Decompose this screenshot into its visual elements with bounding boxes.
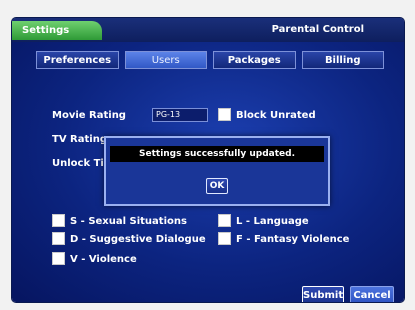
filter-checkbox-f[interactable]: [218, 232, 231, 245]
filter-label-l: L - Language: [236, 216, 309, 227]
section-title: Parental Control: [271, 24, 364, 35]
tab-users[interactable]: Users: [124, 51, 207, 69]
settings-header-tab[interactable]: Settings: [12, 21, 102, 40]
top-bar: Settings Parental Control: [12, 18, 404, 42]
filter-checkbox-s[interactable]: [52, 214, 65, 227]
tab-preferences[interactable]: Preferences: [36, 51, 119, 69]
tab-bar: Preferences Users Packages Billing: [36, 51, 384, 69]
success-dialog: Settings successfully updated. OK: [104, 136, 330, 206]
filter-checkbox-v[interactable]: [52, 252, 65, 265]
filter-label-v: V - Violence: [70, 254, 137, 265]
filter-checkbox-l[interactable]: [218, 214, 231, 227]
submit-button[interactable]: Submit: [302, 286, 344, 302]
filter-label-f: F - Fantasy Violence: [236, 234, 350, 245]
ok-button[interactable]: OK: [206, 178, 228, 194]
block-unrated-label: Block Unrated: [236, 110, 316, 121]
filter-label-d: D - Suggestive Dialogue: [70, 234, 206, 245]
movie-rating-select[interactable]: PG-13: [152, 108, 208, 122]
parental-control-screen: Settings Parental Control Preferences Us…: [12, 18, 404, 302]
movie-rating-label: Movie Rating: [52, 110, 126, 121]
tv-rating-label: TV Rating: [52, 134, 107, 145]
cancel-button[interactable]: Cancel: [350, 286, 394, 302]
tab-billing[interactable]: Billing: [301, 51, 384, 69]
block-unrated-checkbox[interactable]: [218, 108, 231, 121]
dialog-message: Settings successfully updated.: [110, 146, 324, 162]
filter-checkbox-d[interactable]: [52, 232, 65, 245]
tab-packages[interactable]: Packages: [213, 51, 296, 69]
filter-label-s: S - Sexual Situations: [70, 216, 187, 227]
